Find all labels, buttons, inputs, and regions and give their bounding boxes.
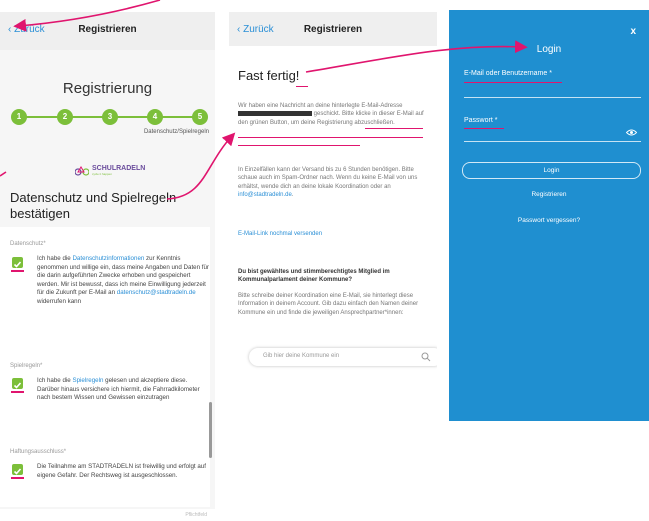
privacy-label: Datenschutz* (10, 241, 46, 247)
annotation-underline (296, 86, 308, 87)
annotation-underline (238, 137, 423, 138)
nav-bar: ‹ Zurück Registrieren (0, 12, 215, 50)
redacted-email (238, 111, 312, 117)
annotation-underline (11, 477, 24, 479)
login-button[interactable]: Login (462, 162, 641, 179)
annotation-underline (238, 145, 360, 146)
email-sent-text: Wir haben eine Nachricht an deine hinter… (238, 103, 424, 126)
annotation-underline (11, 391, 24, 393)
eye-icon[interactable] (626, 129, 637, 136)
login-title: Login (536, 44, 562, 55)
council-question: Du bist gewähltes und stimmberechtigtes … (238, 269, 390, 284)
annotation-underline (11, 270, 24, 272)
step-4: 4 (147, 109, 163, 125)
password-field[interactable] (464, 141, 641, 142)
step-1: 1 (11, 109, 27, 125)
search-placeholder: Gib hier deine Kommune ein (263, 353, 340, 359)
step-5: 5 (192, 109, 208, 125)
bike-logo-icon (75, 165, 89, 176)
liability-text: Die Teilnahme am STADTRADELN ist freiwil… (37, 463, 206, 479)
section-heading: Datenschutz und Spielregeln bestätigen (10, 190, 177, 221)
privacy-text: Ich habe die Datenschutzinformationen zu… (37, 255, 209, 305)
council-info-text: Bitte schreibe deiner Koordination eine … (238, 293, 419, 316)
login-screen: x Login E-Mail oder Benutzername * Passw… (449, 10, 649, 421)
nav-title: Registrieren (303, 24, 363, 35)
almost-done-screen: ‹ Zurück Registrieren Fast fertig! Wir h… (229, 12, 437, 402)
register-link[interactable]: Registrieren (449, 191, 649, 198)
liability-label: Haftungsausschluss* (10, 449, 67, 455)
check-icon (13, 468, 22, 475)
page-title: Fast fertig! (238, 68, 300, 83)
email-field-label: E-Mail oder Benutzername * (464, 70, 552, 77)
privacy-checkbox[interactable] (12, 257, 23, 268)
check-icon (13, 261, 22, 268)
check-icon (13, 382, 22, 389)
rules-link[interactable]: Spielregeln (72, 377, 103, 384)
password-field-label: Passwort * (464, 117, 498, 124)
annotation-underline (365, 128, 423, 129)
privacy-info-link[interactable]: Datenschutzinformationen (72, 255, 144, 262)
nav-bar: ‹ Zurück Registrieren (229, 12, 437, 46)
email-field[interactable] (464, 97, 641, 98)
search-icon (421, 352, 431, 362)
resend-email-link[interactable]: E-Mail-Link nochmal versenden (238, 231, 322, 237)
rules-checkbox[interactable] (12, 378, 23, 389)
annotation-underline (464, 128, 504, 129)
privacy-email-link[interactable]: datenschutz@stadtradeln.de (117, 289, 196, 296)
schulradeln-logo: SCHULRADELN cycle it happen (75, 165, 145, 176)
nav-title: Registrieren (78, 24, 137, 35)
current-step-caption: Datenschutz/Spielregeln (143, 129, 209, 135)
step-3: 3 (102, 109, 118, 125)
logo-text: SCHULRADELN (92, 165, 146, 172)
annotation-underline (464, 82, 562, 83)
rules-label: Spielregeln* (10, 363, 43, 369)
close-button[interactable]: x (630, 26, 636, 37)
liability-checkbox[interactable] (12, 464, 23, 475)
scrollbar[interactable] (209, 402, 212, 458)
page-title: Registrierung (62, 80, 153, 97)
registration-privacy-screen: ‹ Zurück Registrieren Registrierung 1 2 … (0, 12, 215, 521)
forgot-password-link[interactable]: Passwort vergessen? (449, 217, 649, 224)
info-email-link[interactable]: info@stadtradeln.de (238, 192, 292, 198)
logo-subtitle: cycle it happen (92, 172, 113, 176)
rules-text: Ich habe die Spielregeln gelesen und akz… (37, 377, 200, 401)
delivery-info-text: In Einzelfällen kann der Versand bis zu … (238, 167, 418, 199)
municipality-search-input[interactable]: Gib hier deine Kommune ein (249, 348, 437, 366)
footer-bar: Pflichtfeld (0, 509, 215, 521)
required-note: Pflichtfeld (185, 512, 207, 518)
step-2: 2 (57, 109, 73, 125)
